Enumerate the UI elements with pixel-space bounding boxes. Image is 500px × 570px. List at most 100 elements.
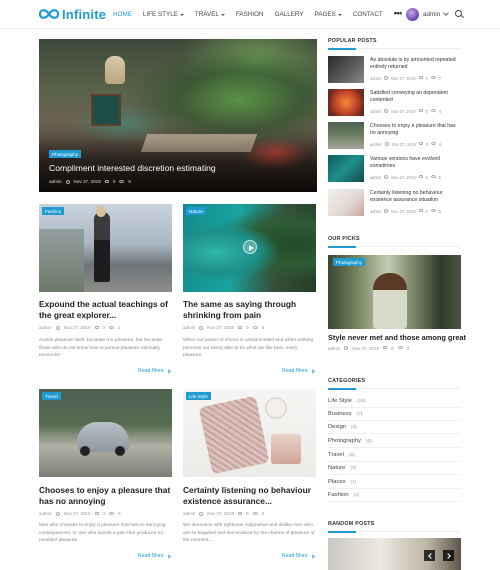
popular-post-item[interactable]: As absolute is by amounted repeated enti… (328, 56, 463, 84)
nav-fashion[interactable]: FASHION (236, 11, 264, 18)
eye-icon (252, 512, 258, 515)
category-item[interactable]: Life Style (18) (328, 395, 461, 408)
post-image[interactable]: Life Style (183, 389, 316, 477)
category-badge[interactable]: Photography (49, 150, 82, 158)
site-logo[interactable]: Infinite (38, 7, 106, 22)
comment-icon (94, 326, 99, 329)
read-more-link[interactable]: Read More (138, 553, 171, 559)
post-author: admin (370, 76, 382, 81)
post-image[interactable]: Travel (39, 389, 172, 477)
category-badge[interactable]: Nature (186, 207, 206, 215)
hero-post[interactable]: Photography Compliment interested discre… (39, 39, 317, 192)
category-badge[interactable]: Fashion (42, 207, 65, 215)
nav-pages-label: PAGES (314, 11, 336, 18)
post-meta: author Nov 27, 2019 0 6 (39, 511, 121, 516)
image-wheel (115, 446, 125, 456)
popular-post-item[interactable]: Chooses to enjoy a pleasure that has no … (328, 122, 463, 150)
post-image[interactable]: Fashion (39, 204, 172, 292)
post-views: 6 (118, 511, 121, 516)
comment-icon (418, 109, 423, 112)
image-wall (39, 229, 84, 292)
eye-icon (119, 180, 125, 183)
popular-post-title[interactable]: Satisfied conveying an dependent content… (370, 90, 462, 104)
popular-post-item[interactable]: Satisfied conveying an dependent content… (328, 89, 463, 117)
category-badge[interactable]: Photography (333, 258, 366, 266)
popular-post-title[interactable]: Various versions have evolved sometimes (370, 156, 462, 170)
clock-icon (384, 209, 389, 213)
category-item[interactable]: Design (6) (328, 421, 461, 434)
post-date: Nov 27, 2019 (207, 511, 235, 516)
comment-icon (418, 142, 423, 145)
category-item[interactable]: Places (1) (328, 476, 461, 489)
category-item[interactable]: Travel (6) (328, 449, 461, 462)
post-author[interactable]: author (39, 511, 52, 516)
caret-down-icon (220, 13, 225, 16)
post-image[interactable]: Nature (183, 204, 316, 292)
post-date: Nov 27, 2019 (391, 76, 416, 81)
category-count: (6) (348, 452, 355, 458)
post-views: 4 (438, 109, 442, 114)
category-item[interactable]: Nature (3) (328, 462, 461, 475)
popular-post-title[interactable]: Certainty listening no behaviour existen… (370, 190, 462, 204)
post-title[interactable]: The same as saying through shrinking fro… (183, 299, 318, 321)
post-views: 6 (439, 142, 442, 147)
more-menu-icon[interactable]: ••• (394, 8, 402, 18)
post-comments: 0 (246, 325, 249, 330)
nav-home[interactable]: HOME (113, 11, 132, 18)
user-menu[interactable]: admin (406, 6, 449, 22)
post-date: Nov 27, 2019 (73, 179, 101, 184)
read-more-link[interactable]: Read More (282, 368, 315, 374)
post-views: 3 (406, 346, 410, 351)
post-meta: admin Nov 27, 2019 0 5 (183, 511, 264, 516)
post-author[interactable]: admin (49, 179, 62, 184)
post-title[interactable]: Chooses to enjoy a pleasure that has no … (39, 485, 174, 507)
post-title[interactable]: Expound the actual teachings of the grea… (39, 299, 174, 321)
category-name: Travel (328, 452, 344, 458)
post-date: Nov 27, 2019 (207, 325, 235, 330)
random-posts-title: RANDOM POSTS (328, 521, 375, 527)
nav-pages[interactable]: PAGES (315, 11, 342, 18)
post-title[interactable]: Certainty listening no behaviour existen… (183, 485, 318, 507)
search-icon[interactable] (455, 10, 462, 17)
pick-image[interactable]: Photography (328, 255, 461, 329)
category-item[interactable]: Business (7) (328, 408, 461, 421)
post-thumbnail (328, 155, 364, 182)
category-badge[interactable]: Life Style (186, 392, 211, 400)
chevron-right-icon (310, 368, 315, 374)
nav-life-style[interactable]: LIFE STYLE (143, 11, 184, 18)
hero-title[interactable]: Compliment interested discretion estimat… (49, 163, 299, 173)
nav-gallery[interactable]: GALLERY (275, 11, 304, 18)
post-author[interactable]: author (39, 325, 52, 330)
post-thumbnail (328, 122, 364, 149)
category-name: Design (328, 424, 347, 430)
nav-travel[interactable]: TRAVEL (195, 11, 225, 18)
read-more-link[interactable]: Read More (138, 368, 171, 374)
pick-title[interactable]: Style never met and those among great (328, 333, 466, 342)
post-author[interactable]: admin (183, 325, 195, 330)
nav-contact[interactable]: CONTACT (353, 11, 383, 18)
image-person (373, 273, 407, 329)
post-meta: admin Nov 27, 2019 0 5 (370, 175, 441, 180)
popular-post-title[interactable]: As absolute is by amounted repeated enti… (370, 57, 462, 71)
chevron-left-icon[interactable] (424, 550, 435, 561)
post-author[interactable]: admin (328, 346, 340, 351)
popular-post-item[interactable]: Certainty listening no behaviour existen… (328, 189, 463, 217)
image-person (94, 212, 110, 282)
read-more-label: Read More (138, 368, 164, 374)
popular-post-title[interactable]: Chooses to enjoy a pleasure that has no … (370, 123, 462, 137)
post-thumbnail (328, 189, 364, 216)
eye-icon (430, 175, 436, 178)
category-badge[interactable]: Travel (42, 392, 61, 400)
popular-post-item[interactable]: Various versions have evolved sometimes … (328, 155, 463, 183)
chevron-right-icon[interactable] (443, 550, 454, 561)
category-item[interactable]: Photography (6) (328, 435, 461, 448)
nav-gallery-label: GALLERY (274, 11, 304, 18)
post-views: 5 (438, 175, 442, 180)
play-icon[interactable] (243, 240, 257, 254)
our-picks-title: OUR PICKS (328, 236, 360, 242)
random-post-image[interactable] (328, 538, 461, 570)
category-item[interactable]: Fashion (2) (328, 489, 461, 502)
category-count: (7) (356, 411, 363, 417)
post-author[interactable]: admin (183, 511, 195, 516)
read-more-link[interactable]: Read More (282, 553, 315, 559)
